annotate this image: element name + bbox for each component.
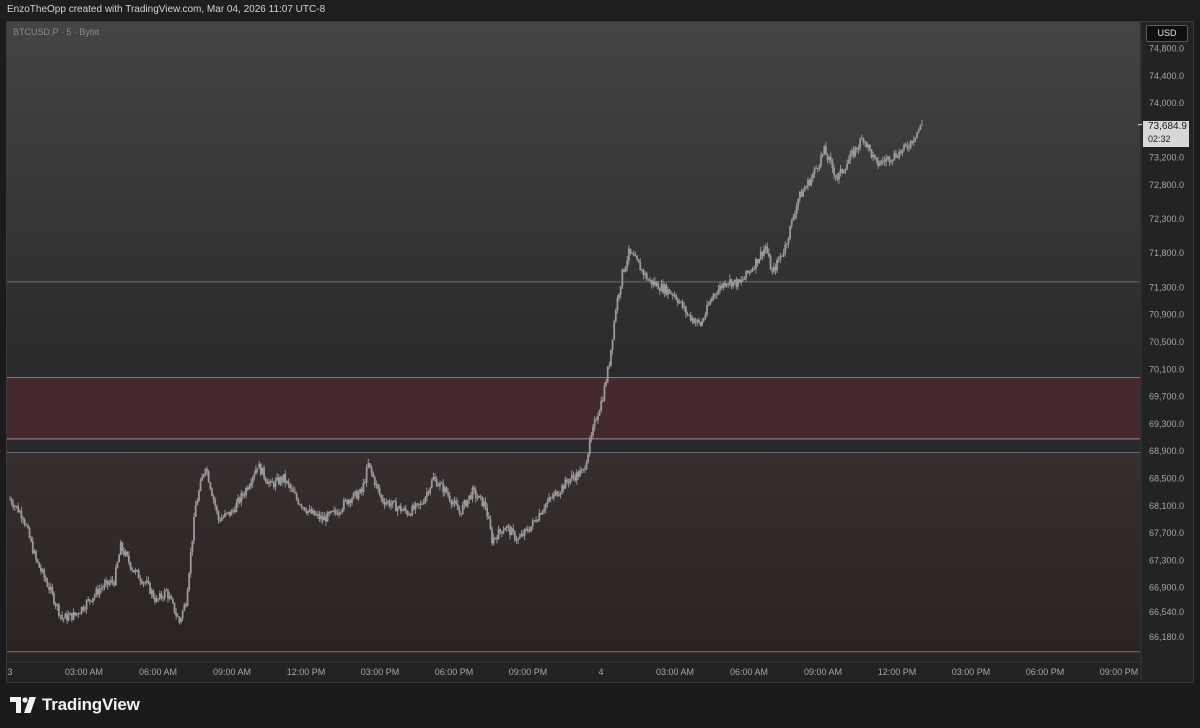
y-tick-label: 70,900.0 <box>1149 310 1184 320</box>
y-tick-label: 71,300.0 <box>1149 282 1184 292</box>
candle <box>556 490 559 498</box>
candle <box>587 453 590 464</box>
candle <box>870 149 873 159</box>
x-tick-label: 03:00 PM <box>952 667 991 677</box>
candle <box>530 526 533 533</box>
candle <box>132 569 135 573</box>
candle <box>738 278 741 284</box>
y-tick-label: 74,000.0 <box>1149 98 1184 108</box>
last-price-badge: 73,684.9 02:32 <box>1143 121 1189 147</box>
candle <box>465 499 467 508</box>
demand-zone <box>7 452 1140 652</box>
candle <box>916 132 919 139</box>
tradingview-logo[interactable]: TradingView <box>10 694 140 716</box>
candle <box>478 495 480 499</box>
x-tick-label: 03:00 AM <box>65 667 103 677</box>
candle <box>481 496 484 507</box>
candle <box>114 564 117 586</box>
candle <box>614 308 617 323</box>
currency-button[interactable]: USD <box>1146 25 1188 42</box>
candle <box>445 486 448 494</box>
candle <box>621 268 624 289</box>
candle <box>261 467 264 475</box>
y-tick-label: 71,800.0 <box>1149 248 1184 258</box>
x-tick-label: 09:00 AM <box>213 667 251 677</box>
x-tick-label: 09:00 PM <box>1100 667 1139 677</box>
y-tick-label: 66,180.0 <box>1149 632 1184 642</box>
candle <box>606 366 609 384</box>
x-tick-label: 03:00 AM <box>656 667 694 677</box>
x-tick-label: 09:00 AM <box>804 667 842 677</box>
x-tick-label: 03:00 PM <box>361 667 400 677</box>
y-tick-label: 68,900.0 <box>1149 446 1184 456</box>
candle <box>603 382 606 402</box>
x-tick-label: 06:00 AM <box>730 667 768 677</box>
y-tick-label: 66,540.0 <box>1149 607 1184 617</box>
supply-zone <box>7 377 1140 439</box>
x-tick-label: 06:00 PM <box>1026 667 1065 677</box>
candle <box>637 259 640 263</box>
y-tick-label: 66,900.0 <box>1149 583 1184 593</box>
candle <box>313 510 316 516</box>
candle <box>624 265 627 273</box>
y-tick-label: 69,700.0 <box>1149 392 1184 402</box>
candle <box>259 462 262 476</box>
candle <box>613 319 616 341</box>
y-tick-label: 67,300.0 <box>1149 555 1184 565</box>
candle <box>116 561 119 569</box>
candle <box>173 602 176 615</box>
x-tick-label: 12:00 PM <box>287 667 326 677</box>
x-tick-label: 12:00 PM <box>878 667 917 677</box>
y-tick-label: 68,500.0 <box>1149 473 1184 483</box>
x-tick-label: 06:00 PM <box>435 667 474 677</box>
x-tick-label: 3 <box>7 667 12 677</box>
candle <box>326 510 329 522</box>
chart-canvas: 74,800.0 74,400.0 74,000.0 73,200.0 72,800.0… <box>7 22 1184 680</box>
candle <box>693 317 695 324</box>
candle <box>346 499 349 506</box>
candle <box>193 512 195 545</box>
candle <box>28 526 31 539</box>
candle <box>491 526 493 546</box>
candle <box>919 124 922 130</box>
x-tick-label: 4 <box>598 667 603 677</box>
candle <box>207 469 210 483</box>
candle <box>610 349 612 367</box>
candle <box>38 561 41 568</box>
candle <box>865 141 868 149</box>
y-tick-label: 70,500.0 <box>1149 337 1184 347</box>
candle <box>53 591 55 606</box>
last-price-value: 73,684.9 <box>1148 121 1187 132</box>
y-tick-label: 67,700.0 <box>1149 528 1184 538</box>
y-tick-label: 72,300.0 <box>1149 214 1184 224</box>
y-tick-label: 69,300.0 <box>1149 419 1184 429</box>
y-tick-label: 72,800.0 <box>1149 180 1184 190</box>
candle <box>769 253 772 271</box>
y-tick-label: 74,400.0 <box>1149 71 1184 81</box>
y-tick-label: 70,100.0 <box>1149 364 1184 374</box>
y-tick-label: 74,800.0 <box>1149 43 1184 53</box>
y-tick-label: 73,200.0 <box>1149 153 1184 163</box>
y-tick-label: 68,100.0 <box>1149 501 1184 511</box>
candle <box>789 225 791 241</box>
candle <box>668 288 671 294</box>
x-tick-label: 06:00 AM <box>139 667 177 677</box>
candle <box>758 258 761 264</box>
tradingview-logo-icon <box>10 697 36 713</box>
candle <box>149 581 151 595</box>
bar-countdown: 02:32 <box>1148 134 1171 144</box>
x-tick-label: 09:00 PM <box>509 667 548 677</box>
candle <box>352 491 355 500</box>
candle <box>854 146 857 158</box>
symbol-label: BTCUSD.P · 5 · Bybit <box>13 27 100 37</box>
candle <box>188 571 191 593</box>
tradingview-logo-text: TradingView <box>42 695 140 714</box>
candle <box>198 489 200 503</box>
